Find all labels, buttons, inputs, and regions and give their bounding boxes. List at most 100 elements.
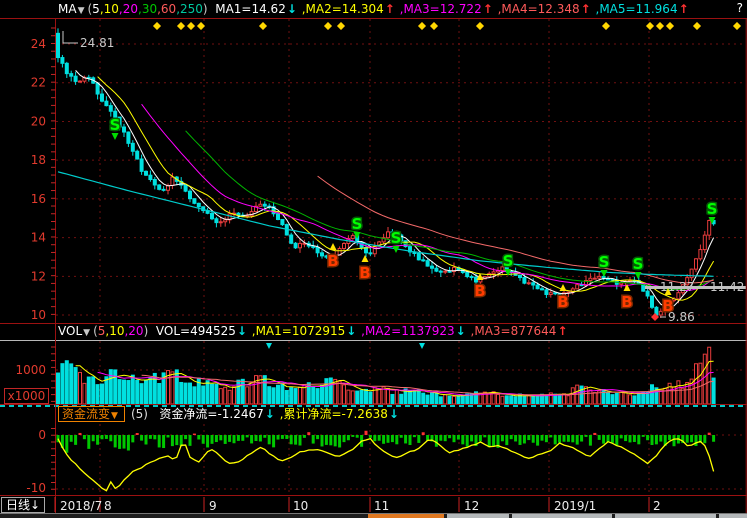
volume-signal-arrow-icon xyxy=(266,343,272,349)
down-arrow-icon: ↓ xyxy=(287,2,297,16)
event-diamond-icon[interactable] xyxy=(259,22,267,30)
date-label: 2019/1 xyxy=(554,499,596,513)
event-diamond-icon[interactable] xyxy=(197,22,205,30)
event-diamond-icon[interactable] xyxy=(476,22,484,30)
main-indicator-header: MA▼ (5,10,20,30,60,250) MA1=14.62↓ ,MA2=… xyxy=(0,0,690,18)
annotations: 11.2711.4224.819.86 xyxy=(63,31,746,324)
volume-scale-label: x1000 xyxy=(4,388,49,404)
down-arrow-icon: ↓ xyxy=(237,324,247,338)
down-arrow-icon: ↓ xyxy=(265,407,275,421)
chevron-down-icon: ▼ xyxy=(78,6,85,16)
event-diamond-icon[interactable] xyxy=(337,22,345,30)
vol-indicator-label: VOL xyxy=(58,324,82,338)
scrollbar-segment[interactable] xyxy=(447,514,509,518)
event-diamond-icon[interactable] xyxy=(733,22,741,30)
sell-arrow-icon xyxy=(601,270,608,277)
high-price-label: 24.81 xyxy=(80,36,114,50)
indicator-param: ,10 xyxy=(105,324,124,338)
up-arrow-icon: ↑ xyxy=(679,2,689,16)
indicator-param: ,30 xyxy=(138,2,157,16)
fundflow-values: 资金净流=-1.2467↓ ,累计净流=-7.2638↓ xyxy=(152,405,400,422)
ma-indicator-dropdown[interactable]: MA▼ xyxy=(58,2,87,16)
event-diamond-icon[interactable] xyxy=(177,22,185,30)
indicator-value: ,MA5=11.964 xyxy=(592,2,678,16)
indicator-param: ,60 xyxy=(157,2,176,16)
fundflow-indicator-label: 资金流变 xyxy=(62,407,110,421)
buy-signal: B xyxy=(662,297,673,315)
up-arrow-icon: ↑ xyxy=(385,2,395,16)
vol-values: VOL=494525↓ ,MA1=1072915↓ ,MA2=1137923↓ … xyxy=(148,324,568,338)
price-axis-label: 12 xyxy=(31,269,46,283)
indicator-value: ,MA4=12.348 xyxy=(494,2,580,16)
vol-indicator-dropdown[interactable]: VOL▼ xyxy=(58,324,93,338)
sell-signal: S xyxy=(707,200,718,218)
scrollbar-thumb[interactable] xyxy=(368,514,444,518)
scrollbar-segment[interactable] xyxy=(615,514,716,518)
volume-bars xyxy=(57,343,716,404)
indicator-value: ,MA1=1072915 xyxy=(248,324,345,338)
date-label: 10 xyxy=(293,499,308,513)
candlesticks xyxy=(57,28,716,318)
indicator-value: ,累计净流=-7.2638 xyxy=(276,407,388,421)
volume-indicator-header: VOL▼ (5,10,20) VOL=494525↓ ,MA1=1072915↓… xyxy=(0,323,569,339)
down-arrow-icon: ↓ xyxy=(456,324,466,338)
fundflow-indicator-header: 资金流变▼ (5) 资金净流=-1.2467↓ ,累计净流=-7.2638↓ xyxy=(0,405,400,422)
event-diamond-icon[interactable] xyxy=(666,22,674,30)
price-axis-labels: 2422201816141210 xyxy=(31,37,46,322)
indicator-value: 资金净流=-1.2467 xyxy=(152,407,264,421)
price-axis-label: 14 xyxy=(31,231,46,245)
indicator-param: ,10 xyxy=(100,2,119,16)
scrollbar-segment[interactable] xyxy=(719,514,747,518)
indicator-value: VOL=494525 xyxy=(148,324,236,338)
buy-arrow-icon xyxy=(362,255,369,262)
down-arrow-icon: ↓ xyxy=(346,324,356,338)
chevron-down-icon: ▼ xyxy=(83,328,90,338)
indicator-param: 5 xyxy=(92,2,100,16)
event-diamond-icon[interactable] xyxy=(430,22,438,30)
vol-params: 5,10,20 xyxy=(98,324,144,338)
price-axis-label: 22 xyxy=(31,76,46,90)
period-selector[interactable]: 日线↓ xyxy=(1,497,45,513)
event-diamond-icon[interactable] xyxy=(693,22,701,30)
chart-canvas[interactable]: 11.2711.4224.819.86SSSSSSSBBBBBB24222018… xyxy=(0,0,747,518)
event-diamond-icon[interactable] xyxy=(153,22,161,30)
sell-arrow-icon xyxy=(112,133,119,140)
buy-signal: B xyxy=(474,282,485,300)
down-arrow-icon: ↓ xyxy=(30,498,40,512)
sell-signal: S xyxy=(391,229,402,247)
event-diamond-icon[interactable] xyxy=(602,22,610,30)
bottom-scrollbar xyxy=(0,514,747,518)
indicator-value: ,MA2=1137923 xyxy=(357,324,454,338)
up-arrow-icon: ↑ xyxy=(557,324,567,338)
date-label: 8 xyxy=(104,499,112,513)
ma-params: 5,10,20,30,60,250 xyxy=(92,2,203,16)
event-diamond-icon[interactable] xyxy=(324,22,332,30)
fundflow-axis-label-minus10: -10 xyxy=(0,481,46,495)
fundflow-axis-label-zero: 0 xyxy=(0,428,46,442)
date-label: 11 xyxy=(374,499,389,513)
event-diamond-icon[interactable] xyxy=(187,22,195,30)
ma-indicator-label: MA xyxy=(58,2,77,16)
period-label: 日线 xyxy=(6,498,30,512)
volume-axis-label: 1000 xyxy=(0,363,46,377)
price-axis-label: 16 xyxy=(31,192,46,206)
scrollbar-segment[interactable] xyxy=(512,514,612,518)
volume-signal-arrow-icon xyxy=(419,343,425,349)
indicator-value: ,MA2=14.304 xyxy=(298,2,384,16)
event-diamond-icon[interactable] xyxy=(418,22,426,30)
event-diamond-icon[interactable] xyxy=(646,22,654,30)
buy-signal: B xyxy=(359,264,370,282)
indicator-param: ,250 xyxy=(176,2,203,16)
price-line-label-right: 11.42 xyxy=(710,280,744,294)
chevron-down-icon: ▼ xyxy=(111,411,118,421)
date-label: 12 xyxy=(464,499,479,513)
buy-arrow-icon xyxy=(330,243,337,250)
indicator-param: ,20 xyxy=(124,324,143,338)
fundflow-indicator-dropdown[interactable]: 资金流变▼ xyxy=(58,406,125,422)
event-diamond-icon[interactable] xyxy=(656,22,664,30)
stock-trading-terminal: 11.2711.4224.819.86SSSSSSSBBBBBB24222018… xyxy=(0,0,747,518)
date-label: 9 xyxy=(209,499,217,513)
help-icon[interactable]: ? xyxy=(737,1,743,15)
price-axis-label: 24 xyxy=(31,37,46,51)
indicator-value: MA1=14.62 xyxy=(208,2,286,16)
